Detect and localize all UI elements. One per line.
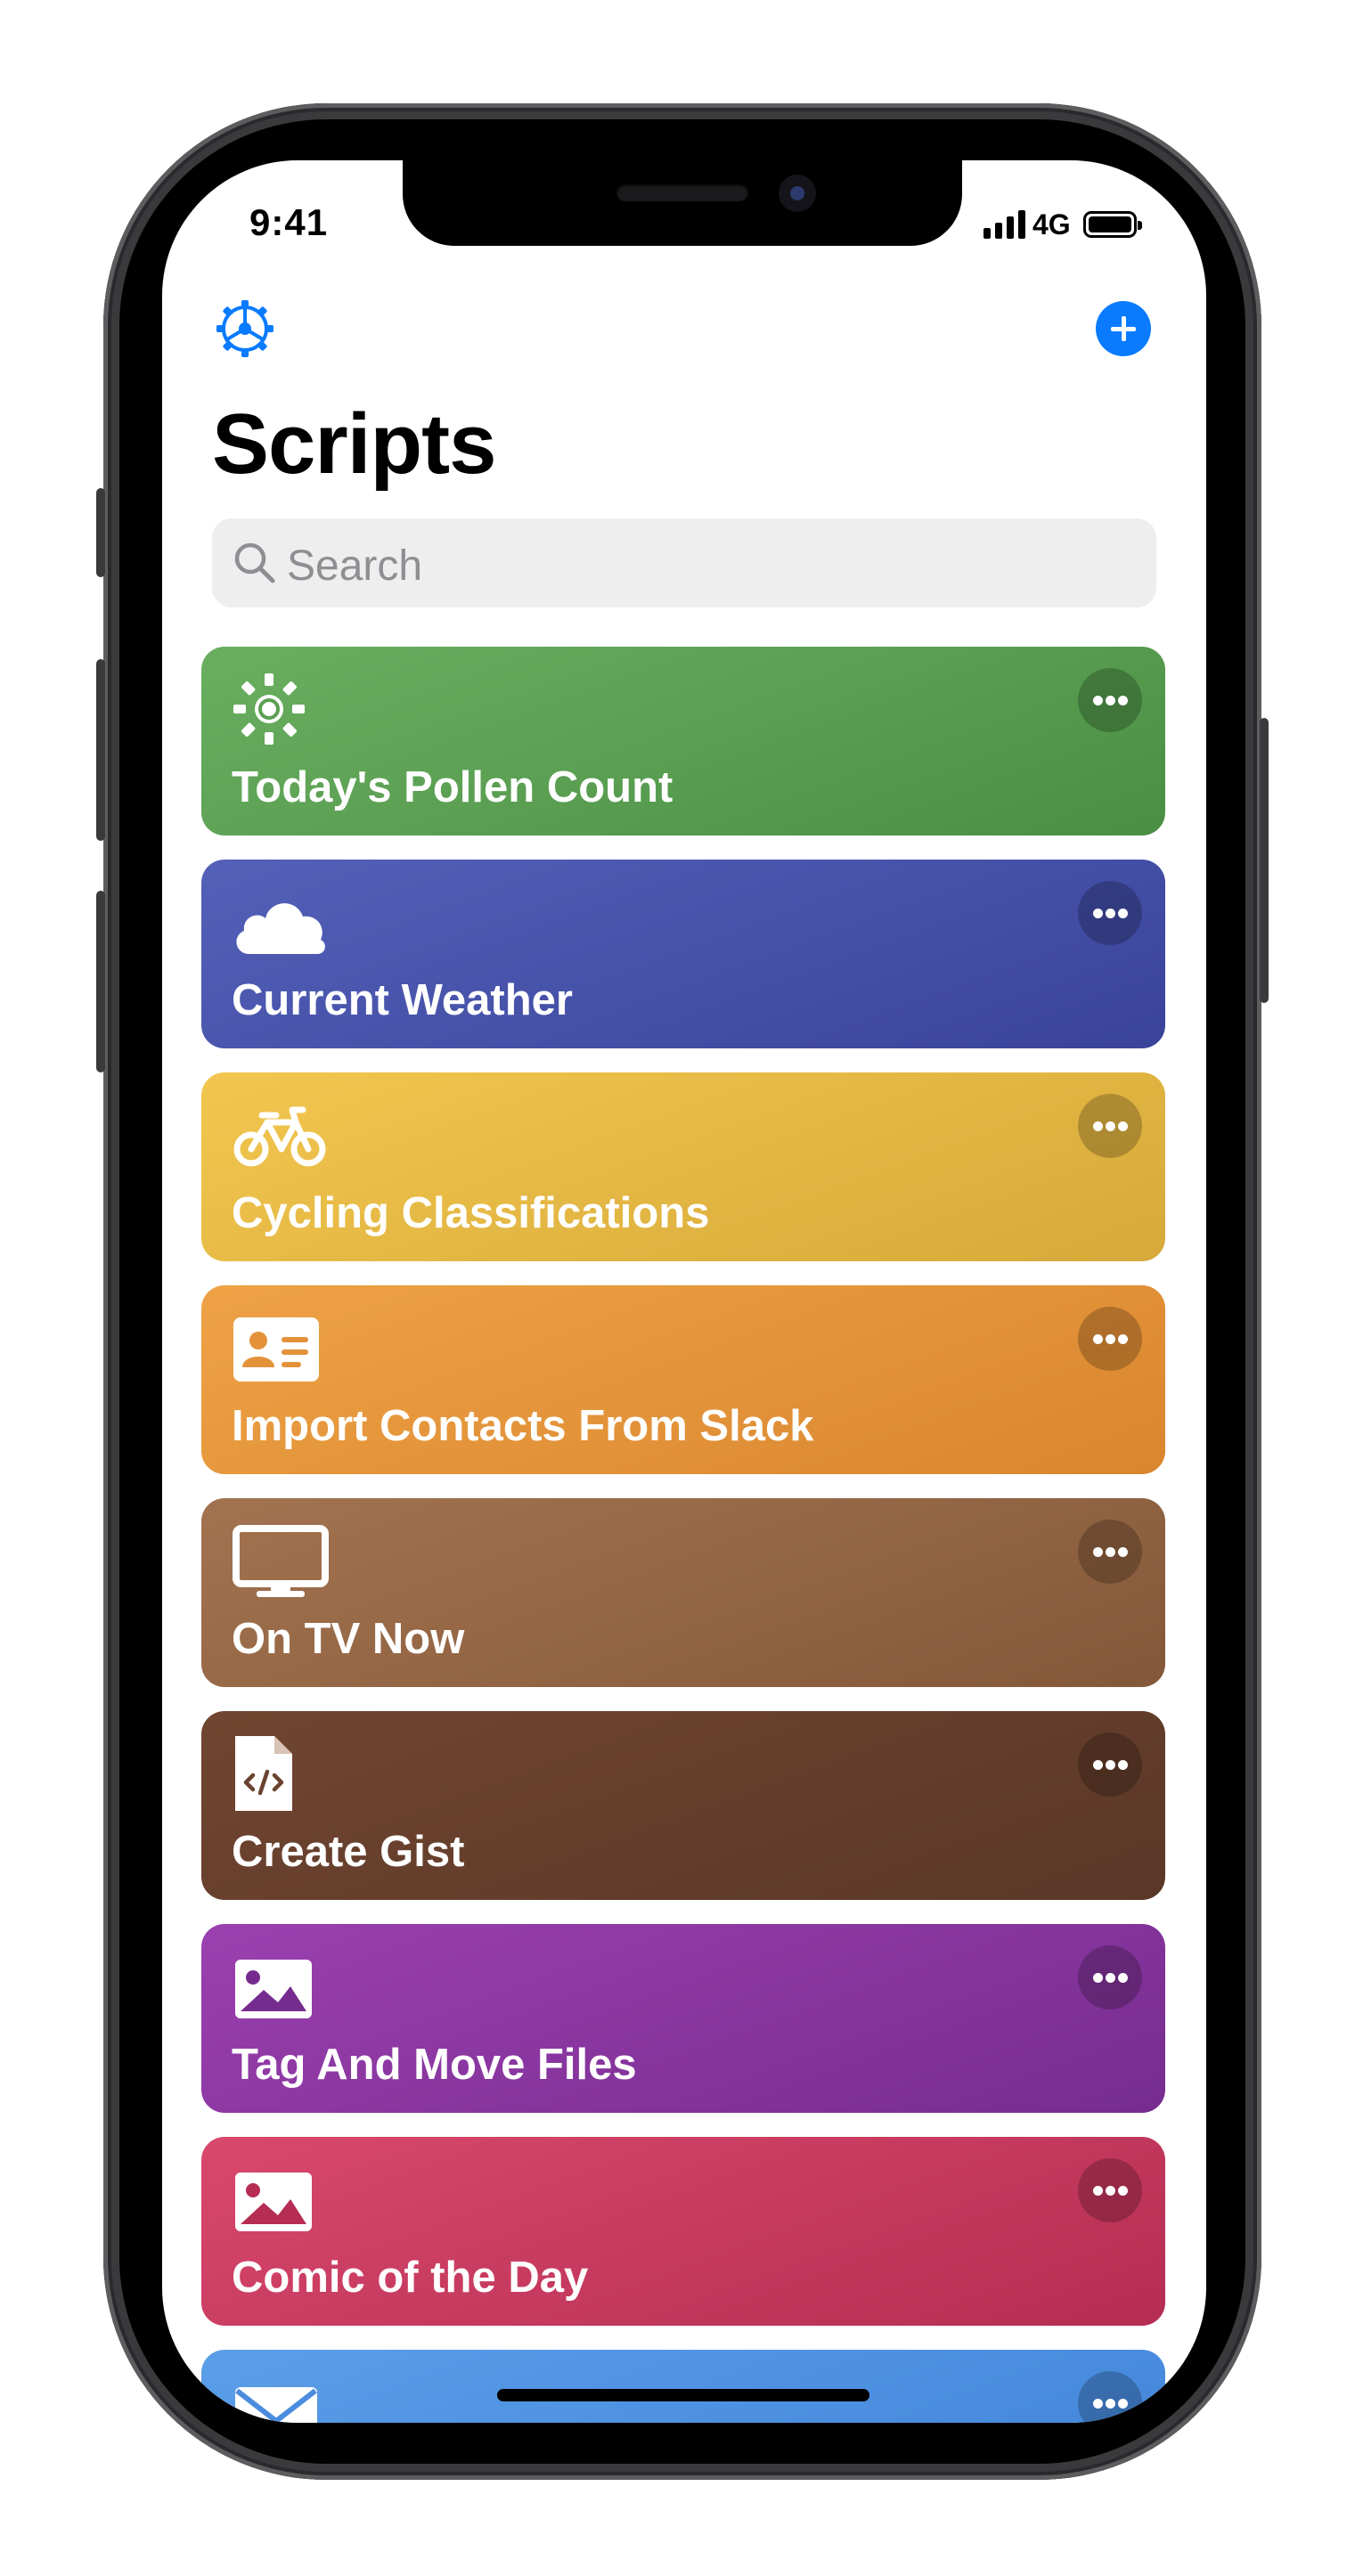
ellipsis-dot <box>1118 1334 1128 1344</box>
ellipsis-dot <box>1093 909 1103 918</box>
tv-icon <box>232 1523 330 1598</box>
home-indicator[interactable] <box>497 2389 869 2401</box>
search-icon <box>234 542 275 583</box>
screen: Today's Pollen Count Current Weather Cycli… <box>162 160 1206 2423</box>
volume-up-button <box>96 659 105 841</box>
image-icon <box>232 2162 330 2237</box>
side-button <box>1260 718 1269 1003</box>
silent-switch <box>96 488 105 577</box>
more-options-button[interactable] <box>1078 1307 1142 1371</box>
ellipsis-dot <box>1093 1121 1103 1131</box>
ellipsis-dot <box>1118 2399 1128 2409</box>
more-options-button[interactable] <box>1078 1094 1142 1158</box>
ellipsis-dot <box>1118 696 1128 705</box>
code-file-icon <box>232 1736 330 1811</box>
add-script-button[interactable] <box>1096 301 1151 356</box>
status-time: 9:41 <box>249 201 329 243</box>
ellipsis-dot <box>1093 696 1103 705</box>
more-options-button[interactable] <box>1078 881 1142 945</box>
ellipsis-dot <box>1118 1973 1128 1983</box>
volume-down-button <box>96 891 105 1072</box>
ellipsis-dot <box>1106 1334 1115 1344</box>
script-card[interactable]: Create Gist <box>201 1711 1165 1900</box>
notch <box>403 160 962 246</box>
ellipsis-dot <box>1106 909 1115 918</box>
script-card[interactable]: Import Contacts From Slack <box>201 1285 1165 1474</box>
more-options-button[interactable] <box>1078 2371 1142 2423</box>
ellipsis-dot <box>1106 1973 1115 1983</box>
script-card-label: Import Contacts From Slack <box>232 1402 814 1450</box>
contact-card-icon <box>232 1310 330 1385</box>
cellular-signal-icon <box>983 210 1025 239</box>
more-options-button[interactable] <box>1078 1520 1142 1584</box>
envelope-icon <box>232 2375 330 2423</box>
ellipsis-dot <box>1093 2399 1103 2409</box>
script-card-label: Current Weather <box>232 976 574 1024</box>
front-camera <box>779 175 816 212</box>
more-options-button[interactable] <box>1078 1945 1142 2009</box>
script-card[interactable]: Current Weather <box>201 860 1165 1048</box>
gear-icon[interactable] <box>214 298 276 360</box>
script-card[interactable]: Tag And Move Files <box>201 1924 1165 2113</box>
ellipsis-dot <box>1093 2186 1103 2196</box>
ellipsis-dot <box>1093 1973 1103 1983</box>
script-card[interactable]: Today's Pollen Count <box>201 647 1165 836</box>
script-card[interactable]: Cycling Classifications <box>201 1072 1165 1261</box>
script-card[interactable] <box>201 2350 1165 2423</box>
ellipsis-dot <box>1118 1547 1128 1557</box>
search-placeholder: Search <box>287 542 423 590</box>
search-field[interactable]: Search <box>212 518 1156 607</box>
ellipsis-dot <box>1106 2186 1115 2196</box>
ellipsis-dot <box>1118 1121 1128 1131</box>
ellipsis-dot <box>1093 1760 1103 1770</box>
ellipsis-dot <box>1106 2399 1115 2409</box>
script-card[interactable]: Comic of the Day <box>201 2137 1165 2326</box>
scripts-list: Today's Pollen Count Current Weather Cycli… <box>162 160 1206 2423</box>
bicycle-icon <box>232 1097 330 1172</box>
more-options-button[interactable] <box>1078 1732 1142 1797</box>
cloud-icon <box>232 884 330 959</box>
more-options-button[interactable] <box>1078 668 1142 732</box>
ellipsis-dot <box>1118 909 1128 918</box>
earpiece-speaker <box>616 183 748 201</box>
ellipsis-dot <box>1106 1760 1115 1770</box>
ellipsis-dot <box>1118 2186 1128 2196</box>
script-card-label: Today's Pollen Count <box>232 763 673 811</box>
status-indicators: 4G <box>983 207 1142 242</box>
script-card-label: On TV Now <box>232 1615 465 1663</box>
ellipsis-dot <box>1106 1121 1115 1131</box>
sun-icon <box>232 672 330 746</box>
battery-icon <box>1082 211 1142 238</box>
page-title: Scripts <box>212 396 496 492</box>
script-card-label: Tag And Move Files <box>232 2041 637 2089</box>
more-options-button[interactable] <box>1078 2158 1142 2222</box>
script-card-label: Cycling Classifications <box>232 1189 710 1237</box>
ellipsis-dot <box>1118 1760 1128 1770</box>
ellipsis-dot <box>1093 1547 1103 1557</box>
ellipsis-dot <box>1106 696 1115 705</box>
ellipsis-dot <box>1106 1547 1115 1557</box>
ellipsis-dot <box>1093 1334 1103 1344</box>
script-card-label: Comic of the Day <box>232 2254 589 2302</box>
image-icon <box>232 1949 330 2024</box>
script-card-label: Create Gist <box>232 1828 465 1876</box>
script-card[interactable]: On TV Now <box>201 1498 1165 1687</box>
network-type: 4G <box>1032 208 1071 240</box>
